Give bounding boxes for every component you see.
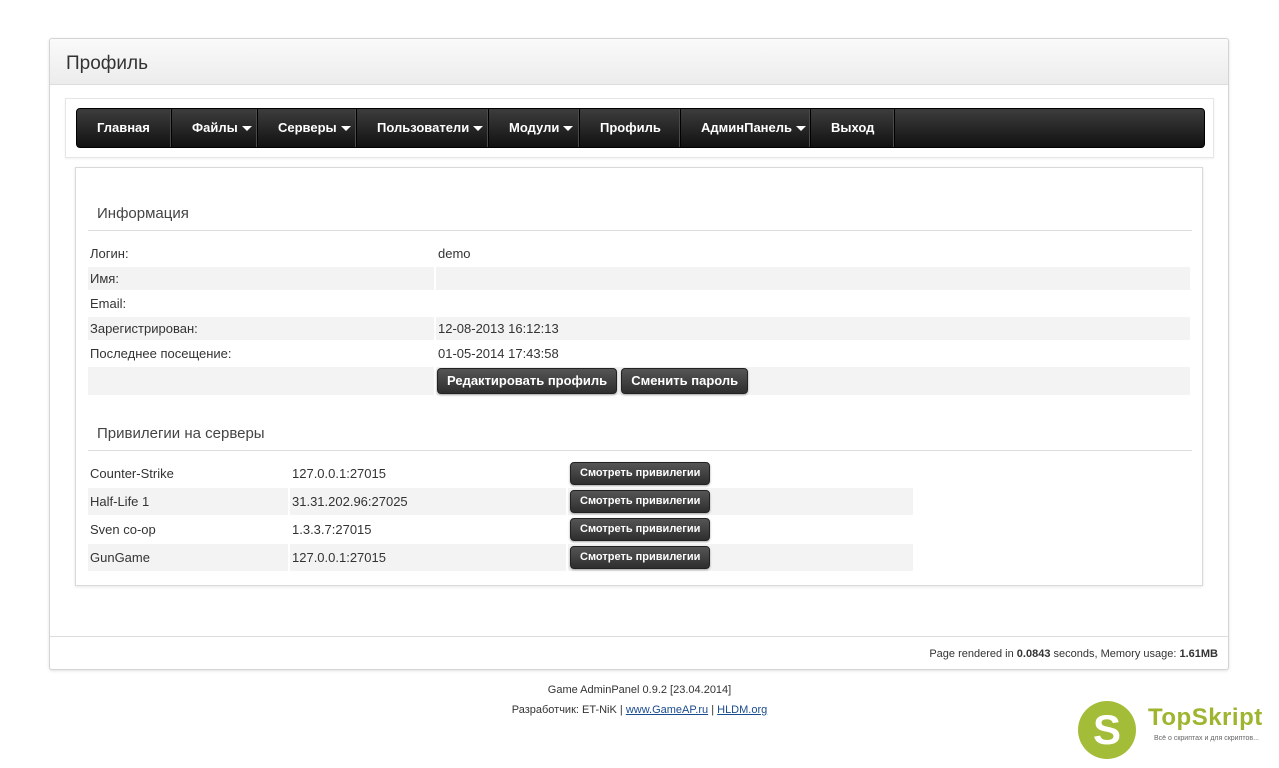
server-actions: Смотреть привилегии <box>568 460 913 487</box>
caret-down-icon <box>340 126 351 132</box>
nav-item-5[interactable]: Профиль <box>580 109 681 147</box>
render-time: 0.0843 <box>1016 648 1051 660</box>
render-info: Page rendered in 0.0843 seconds, Memory … <box>929 648 1218 660</box>
view-privileges-button[interactable]: Смотреть привилегии <box>570 462 711 485</box>
server-game: Half-Life 1 <box>88 488 288 515</box>
nav-item-label: Пользователи <box>377 120 470 135</box>
nav-item-label: Профиль <box>600 120 661 135</box>
panel-header <box>50 39 1228 85</box>
info-row: Зарегистрирован: 12-08-2013 16:12:13 <box>88 316 1190 341</box>
profile-content: Информация Логин: demo Имя: Email: Зарегистр… <box>75 167 1203 586</box>
edit-profile-button[interactable]: Редактировать профиль <box>437 368 618 394</box>
nav-item-0[interactable]: Главная <box>77 109 172 147</box>
info-label: Логин: <box>90 246 129 261</box>
privileges-section-title: Привилегии на серверы <box>97 425 265 442</box>
info-value <box>436 267 1190 290</box>
nav-item-3[interactable]: Пользователи <box>357 109 489 147</box>
info-row: Логин: demo <box>88 241 1190 266</box>
server-address: 1.3.3.7:27015 <box>292 522 372 537</box>
server-row: Sven co-op 1.3.3.7:27015 Смотреть привилег… <box>88 516 913 543</box>
server-actions: Смотреть привилегии <box>568 544 913 571</box>
view-privileges-button[interactable]: Смотреть привилегии <box>570 518 711 541</box>
nav-item-1[interactable]: Файлы <box>172 109 258 147</box>
server-address: 31.31.202.96:27025 <box>290 488 566 515</box>
topskript-logo-text: TopSkript <box>1148 704 1263 731</box>
nav-item-label: Главная <box>97 120 150 135</box>
server-address: 127.0.0.1:27015 <box>292 466 386 481</box>
caret-down-icon <box>473 126 484 132</box>
view-privileges-button[interactable]: Смотреть привилегии <box>570 490 711 513</box>
page-title: Профиль <box>66 53 149 74</box>
nav-item-label: Серверы <box>278 120 337 135</box>
server-row: Half-Life 1 31.31.202.96:27025 Смотреть пр… <box>88 488 913 515</box>
hldm-link[interactable]: HLDM.org <box>717 704 767 716</box>
main-panel: Профиль Главная Файлы Серверы Пользователи М… <box>49 38 1229 670</box>
caret-down-icon <box>796 126 807 132</box>
server-game: GunGame <box>88 544 288 571</box>
info-value: demo <box>438 246 471 261</box>
server-game: Counter-Strike <box>90 466 174 481</box>
nav-item-label: АдминПанель <box>701 120 793 135</box>
info-value: 01-05-2014 17:43:58 <box>438 346 559 361</box>
topskript-watermark: S TopSkript Всё о скриптах и для скрипто… <box>1078 700 1273 760</box>
nav-item-6[interactable]: АдминПанель <box>681 109 811 147</box>
server-actions: Смотреть привилегии <box>568 488 913 515</box>
caret-down-icon <box>563 126 574 132</box>
info-label: Email: <box>90 296 127 311</box>
info-row: Последнее посещение: 01-05-2014 17:43:58 <box>88 341 1190 366</box>
server-game: Sven co-op <box>90 522 156 537</box>
view-privileges-button[interactable]: Смотреть привилегии <box>570 546 711 569</box>
nav-item-label: Файлы <box>192 120 238 135</box>
nav-item-4[interactable]: Модули <box>489 109 580 147</box>
server-row: GunGame 127.0.0.1:27015 Смотреть привилеги… <box>88 544 913 571</box>
nav-item-2[interactable]: Серверы <box>258 109 357 147</box>
caret-down-icon <box>241 126 252 132</box>
info-value <box>436 292 1190 315</box>
profile-actions-row: Редактировать профиль Сменить пароль <box>88 367 1190 395</box>
privileges-divider <box>88 450 1192 451</box>
server-row: Counter-Strike 127.0.0.1:27015 Смотреть пр… <box>88 460 913 487</box>
info-label: Имя: <box>88 267 434 290</box>
nav-wrapper: Главная Файлы Серверы Пользователи Модули Про… <box>65 98 1214 158</box>
nav-item-label: Модули <box>509 120 560 135</box>
info-label: Зарегистрирован: <box>88 317 434 340</box>
info-section-title: Информация <box>97 205 189 222</box>
change-password-button[interactable]: Сменить пароль <box>621 368 749 394</box>
server-actions: Смотреть привилегии <box>568 516 913 543</box>
info-value: 12-08-2013 16:12:13 <box>436 317 1190 340</box>
memory-usage: 1.61MB <box>1179 648 1218 660</box>
version-text: Game AdminPanel 0.9.2 [23.04.2014] <box>547 684 732 696</box>
info-row: Имя: <box>88 266 1190 291</box>
footer-divider <box>50 636 1228 637</box>
main-navbar: Главная Файлы Серверы Пользователи Модули Про… <box>76 108 1205 148</box>
info-divider <box>88 230 1192 231</box>
topskript-logo-icon: S <box>1078 701 1136 759</box>
topskript-tagline: Всё о скриптах и для скриптов... <box>1154 735 1259 742</box>
nav-item-label: Выход <box>831 120 875 135</box>
nav-item-7[interactable]: Выход <box>811 109 895 147</box>
actions-cell: Редактировать профиль Сменить пароль <box>436 367 1190 395</box>
actions-spacer <box>88 367 434 395</box>
gameap-link[interactable]: www.GameAP.ru <box>626 704 708 716</box>
info-row: Email: <box>88 291 1190 316</box>
server-address: 127.0.0.1:27015 <box>290 544 566 571</box>
info-label: Последнее посещение: <box>90 346 232 361</box>
